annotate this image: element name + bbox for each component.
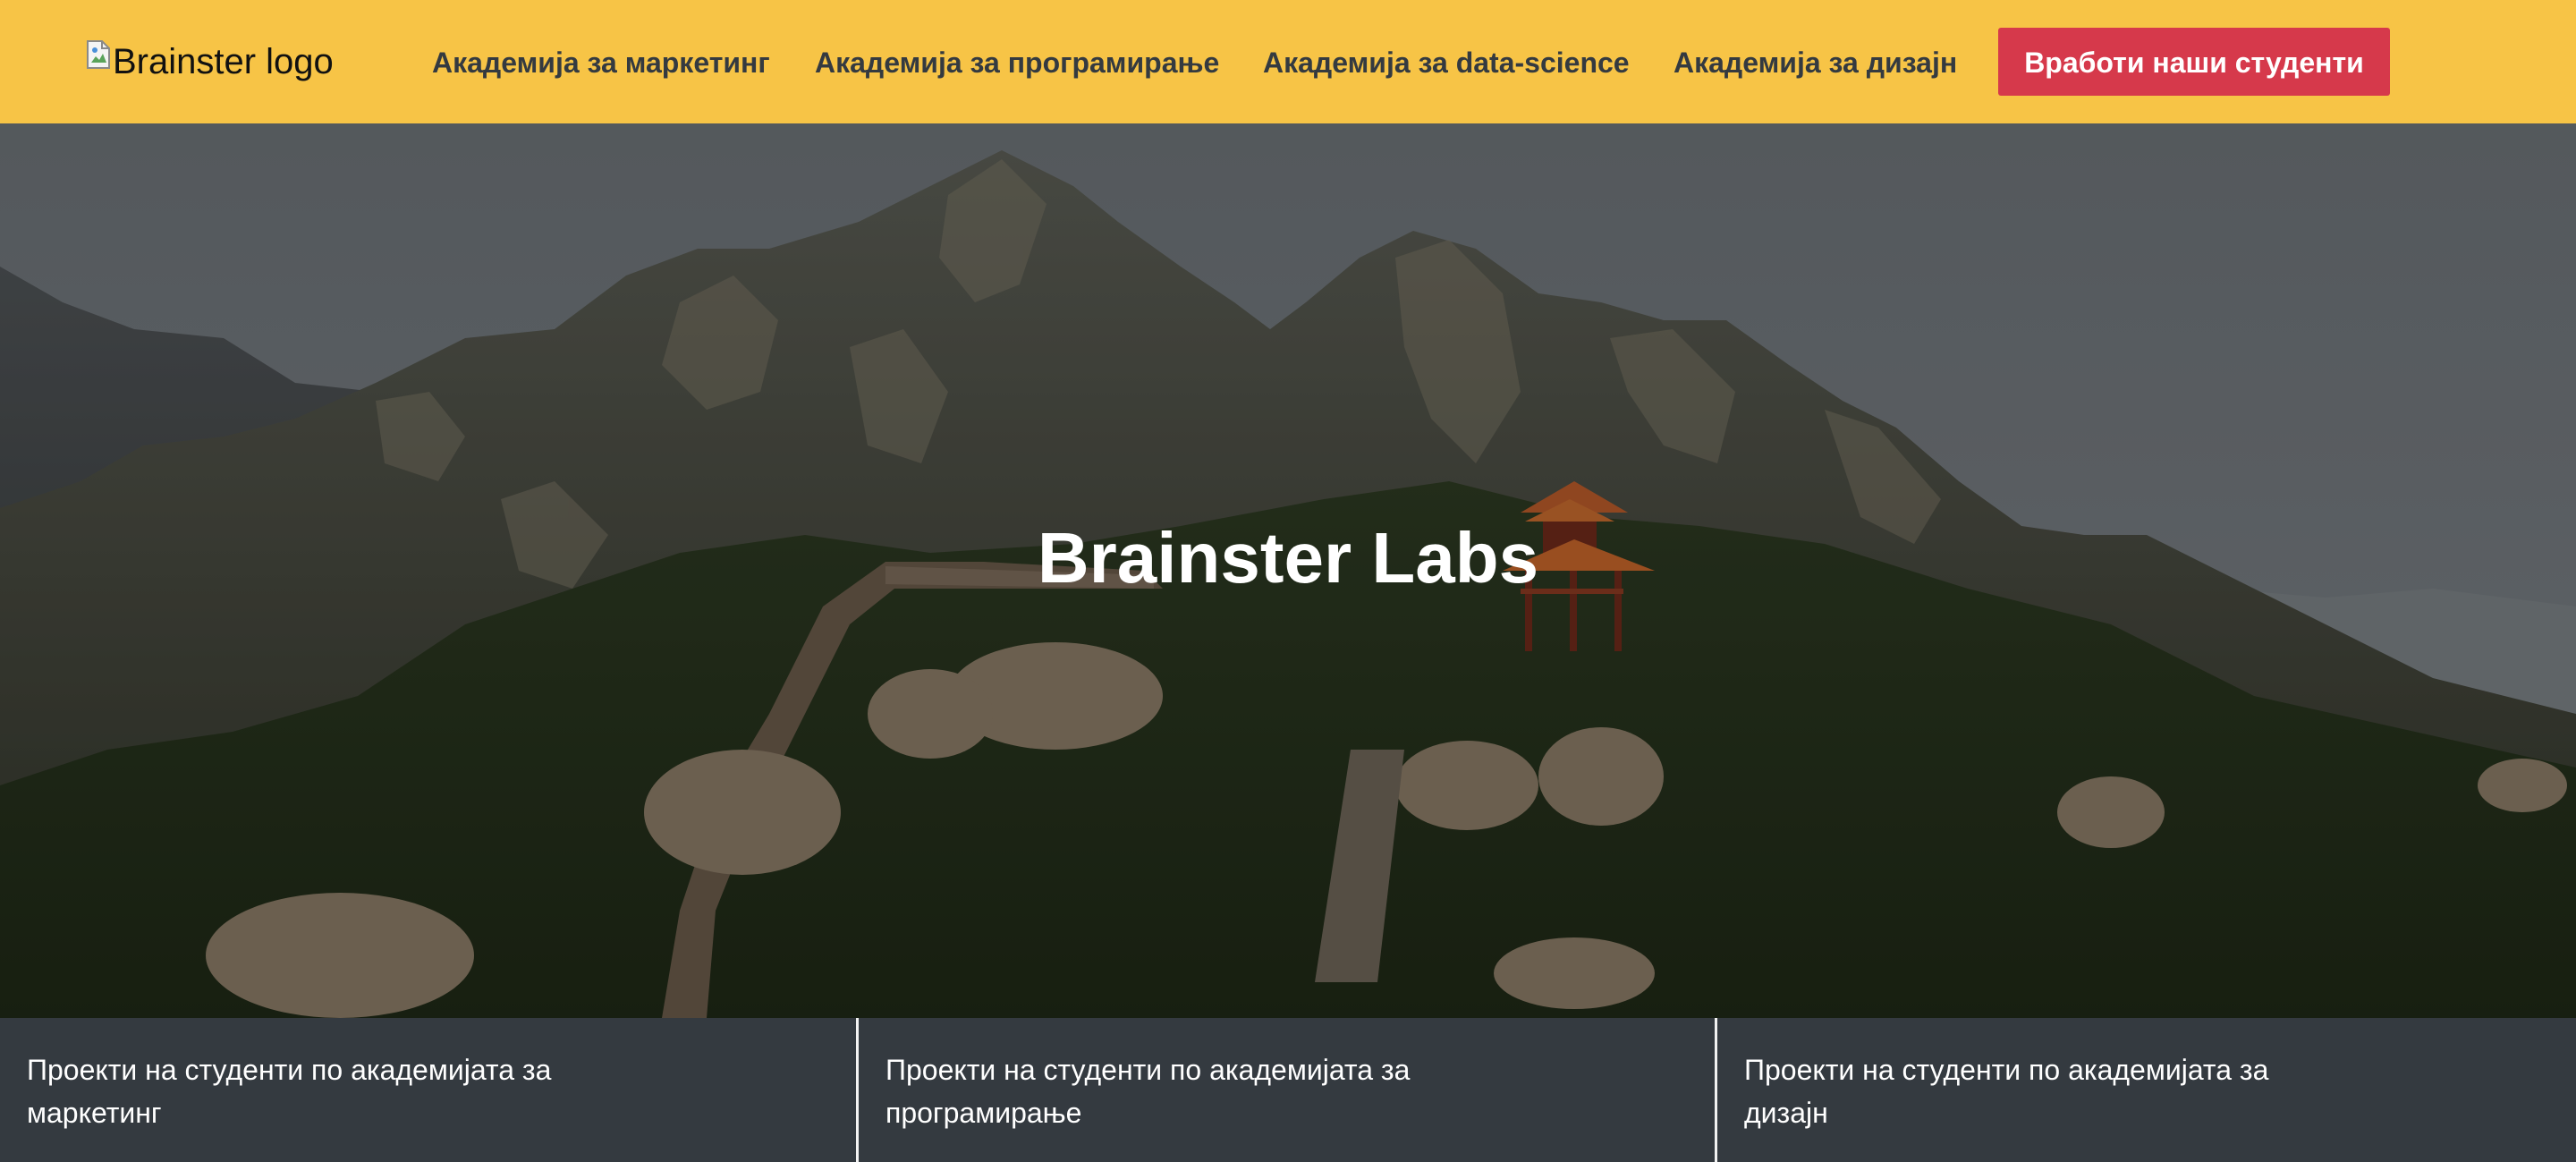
project-cards: Проекти на студенти по академијата за ма… (0, 1018, 2576, 1162)
hero-title: Brainster Labs (1037, 518, 1539, 598)
hire-students-button[interactable]: Вработи наши студенти (1998, 28, 2390, 96)
nav-link-marketing-academy[interactable]: Академија за маркетинг (432, 41, 770, 84)
logo-alt-text: Brainster logo (113, 41, 334, 81)
card-design-projects[interactable]: Проекти на студенти по академијата за ди… (1717, 1018, 2576, 1162)
hero-banner: Brainster Labs (0, 123, 2576, 1018)
nav-link-design-academy[interactable]: Академија за дизајн (1674, 41, 1957, 84)
card-design-label: Проекти на студенти по академијата за ди… (1744, 1054, 2269, 1129)
nav-link-programming-academy[interactable]: Академија за програмирање (815, 41, 1219, 84)
broken-image-icon (87, 40, 110, 69)
card-programming-projects[interactable]: Проекти на студенти по академијата за пр… (859, 1018, 1716, 1162)
nav-link-data-science-academy[interactable]: Академија за data-science (1263, 41, 1630, 84)
card-programming-label: Проекти на студенти по академијата за пр… (886, 1054, 1411, 1129)
top-navbar: Brainster logo Академија за маркетинг Ак… (0, 0, 2576, 123)
card-marketing-label: Проекти на студенти по академијата за ма… (27, 1054, 552, 1129)
brainster-logo[interactable]: Brainster logo (86, 34, 334, 89)
card-marketing-projects[interactable]: Проекти на студенти по академијата за ма… (0, 1018, 857, 1162)
